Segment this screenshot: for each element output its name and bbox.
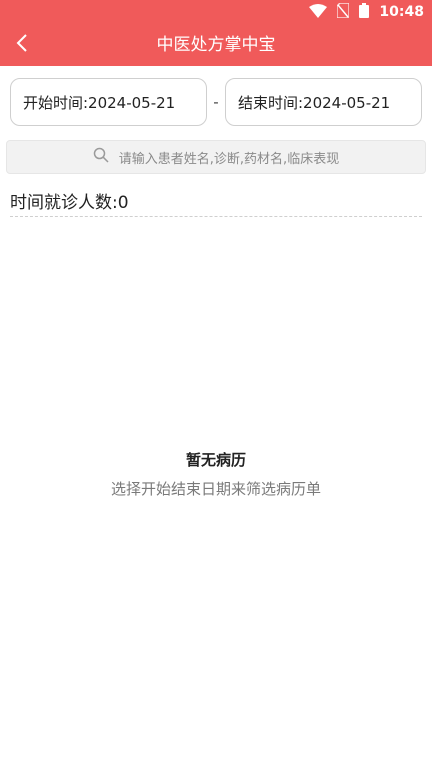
empty-state-subtitle: 选择开始结束日期来筛选病历单 — [110, 480, 321, 498]
search-icon — [93, 147, 109, 167]
search-placeholder: 请输入患者姓名,诊断,药材名,临床表现 — [118, 151, 340, 167]
status-bar: 10:48 — [0, 0, 432, 24]
date-separator: - — [213, 93, 219, 111]
visit-count-label: 时间就诊人数: — [10, 193, 118, 213]
visit-count: 时间就诊人数:0 — [10, 188, 129, 213]
divider — [10, 216, 422, 217]
page-title: 中医处方掌中宝 — [156, 35, 276, 55]
empty-state-title: 暂无病历 — [185, 451, 246, 469]
battery-icon — [359, 2, 370, 22]
date-filter-row: 开始时间:2024-05-21 - 结束时间:2024-05-21 — [10, 78, 422, 126]
no-sim-icon — [336, 1, 351, 22]
search-bar[interactable]: 请输入患者姓名,诊断,药材名,临床表现 — [6, 140, 426, 174]
status-time: 10:48 — [379, 4, 424, 20]
end-date-picker[interactable]: 结束时间:2024-05-21 — [225, 78, 422, 126]
app-bar: 中医处方掌中宝 — [0, 24, 432, 66]
empty-state: 暂无病历 选择开始结束日期来筛选病历单 — [0, 449, 432, 499]
visit-count-value: 0 — [117, 193, 129, 213]
wifi-icon — [309, 3, 328, 22]
start-date-picker[interactable]: 开始时间:2024-05-21 — [10, 78, 207, 126]
